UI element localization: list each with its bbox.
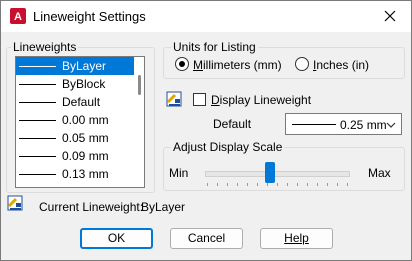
scale-min-label: Min [169,166,189,180]
lineweight-settings-dialog: A Lineweight Settings Lineweights ByLaye… [0,0,412,261]
list-item-label: 0.13 mm [62,167,109,181]
slider-tick [277,183,278,186]
help-label: Help [284,231,309,245]
millimeters-radio[interactable] [175,57,189,71]
slider-tick [217,183,218,186]
dialog-title: Lineweight Settings [33,9,146,24]
list-item[interactable]: ByBlock [16,75,134,93]
list-item[interactable]: 0.13 mm [16,165,134,183]
cancel-button[interactable]: Cancel [170,228,243,249]
display-scale-slider-track[interactable] [205,171,350,177]
current-lineweight-value: ByLayer [141,200,186,214]
list-item-label: 0.09 mm [62,149,109,163]
lineweights-legend: Lineweights [11,40,79,54]
slider-tick [297,183,298,186]
slider-tick [227,183,228,186]
lineweight-sample [19,66,56,67]
autocad-logo-icon: A [10,8,26,24]
ok-button[interactable]: OK [80,228,153,249]
close-icon[interactable] [381,7,399,25]
slider-tick [257,183,258,186]
lineweight-icon [166,91,182,107]
units-legend: Units for Listing [171,40,258,54]
millimeters-label[interactable]: Millimeters (mm) [193,58,282,72]
svg-text:A: A [14,11,22,23]
lineweight-sample [19,156,56,157]
title-bar: A Lineweight Settings [1,1,411,32]
slider-tick [237,183,238,186]
list-item-label: ByLayer [62,59,107,73]
lineweight-sample [19,102,56,103]
default-lineweight-dropdown[interactable]: 0.25 mm [285,113,402,135]
inches-label[interactable]: Inches (in) [313,58,369,72]
lineweight-sample [19,120,56,121]
display-lineweight-checkbox[interactable] [193,93,206,106]
lineweight-sample [292,124,336,125]
list-item[interactable]: ByLayer [16,57,134,75]
list-item-label: ByBlock [62,77,106,91]
lineweight-sample [19,174,56,175]
list-item[interactable]: 0.09 mm [16,147,134,165]
list-item[interactable]: Default [16,93,134,111]
default-label: Default [213,117,252,131]
display-scale-legend: Adjust Display Scale [171,140,285,154]
list-item-label: 0.00 mm [62,113,109,127]
slider-tick [247,183,248,186]
slider-tick [267,183,268,186]
current-lineweight-label: Current Lineweight: [39,200,144,214]
display-lineweight-label[interactable]: Display Lineweight [211,93,311,107]
list-item[interactable]: 0.05 mm [16,129,134,147]
scale-max-label: Max [368,166,391,180]
listbox-scrollbar-thumb[interactable] [138,75,141,95]
help-button[interactable]: Help [260,228,333,249]
default-lineweight-value: 0.25 mm [340,118,387,132]
chevron-down-icon [386,122,396,128]
lineweights-listbox[interactable]: ByLayer ByBlock Default 0.00 mm 0.05 mm … [15,56,145,188]
inches-radio[interactable] [295,57,309,71]
list-item[interactable]: 0.00 mm [16,111,134,129]
list-item-label: Default [62,95,101,109]
lineweight-sample [19,138,56,139]
list-item-partial[interactable] [16,183,134,187]
lineweight-sample [19,84,56,85]
slider-tick [327,183,328,186]
slider-tick [347,183,348,186]
slider-tick [307,183,308,186]
slider-tick [207,183,208,186]
lineweight-icon [7,195,23,211]
slider-tick [287,183,288,186]
display-scale-slider-thumb[interactable] [265,162,275,183]
slider-tick [337,183,338,186]
list-item-label: 0.05 mm [62,131,109,145]
slider-tick [317,183,318,186]
